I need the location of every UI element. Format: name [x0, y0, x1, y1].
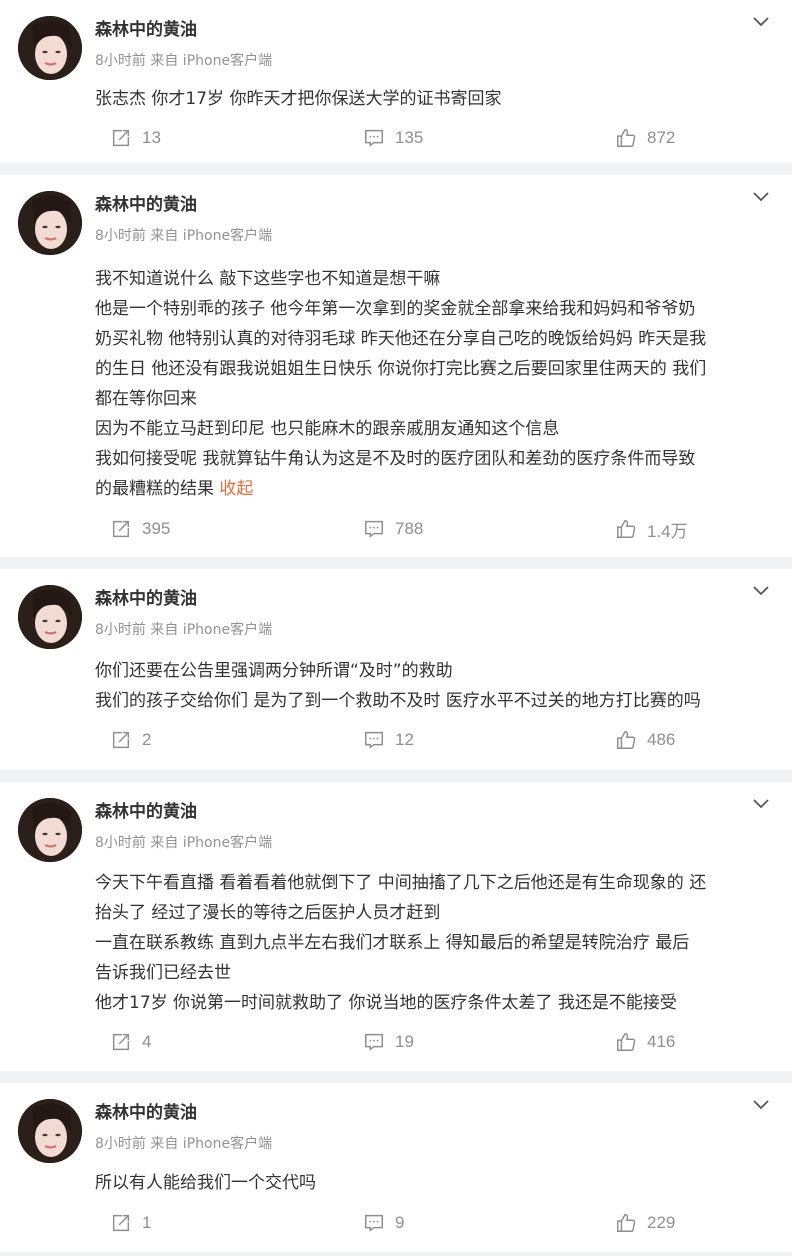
username[interactable]: 森林中的黄油	[95, 1101, 197, 1125]
username[interactable]: 森林中的黄油	[95, 18, 197, 42]
repost-button[interactable]: 2	[110, 725, 151, 755]
post-meta: 8小时前 来自 iPhone客户端	[95, 53, 273, 69]
comment-line: 张志杰 你才17岁 你昨天才把你保送大学的证书寄回家	[95, 89, 502, 109]
like-count: 872	[647, 128, 676, 147]
like-icon	[615, 518, 637, 540]
action-bar: 2 12 486	[0, 725, 792, 755]
comment-count: 788	[395, 519, 424, 538]
repost-icon	[110, 1212, 132, 1234]
comment-text: 我不知道说什么 敲下这些字也不知道是想干嘛他是一个特别乖的孩子 他今年第一次拿到…	[95, 264, 772, 504]
chevron-down-icon[interactable]	[750, 792, 772, 814]
username[interactable]: 森林中的黄油	[95, 587, 197, 611]
repost-button[interactable]: 395	[110, 514, 170, 544]
action-bar: 1 9 229	[0, 1208, 792, 1238]
repost-count: 2	[142, 730, 152, 749]
weibo-comment-card: 森林中的黄油 8小时前 来自 iPhone客户端今天下午看直播 看着看着他就倒下了…	[0, 782, 792, 1071]
weibo-comment-card: 森林中的黄油 8小时前 来自 iPhone客户端张志杰 你才17岁 你昨天才把你保…	[0, 0, 792, 163]
comment-line: 他是一个特别乖的孩子 他今年第一次拿到的奖金就全部拿来给我和妈妈和爷爷奶	[95, 299, 696, 319]
username[interactable]: 森林中的黄油	[95, 193, 197, 217]
comment-line: 告诉我们已经去世	[95, 963, 231, 983]
repost-button[interactable]: 1	[110, 1208, 151, 1238]
repost-icon	[110, 729, 132, 751]
weibo-comment-card: 森林中的黄油 8小时前 来自 iPhone客户端我不知道说什么 敲下这些字也不知道…	[0, 175, 792, 557]
comment-icon	[363, 518, 385, 540]
comment-line: 我如何接受呢 我就算钻牛角认为这是不及时的医疗团队和差劲的医疗条件而导致	[95, 449, 696, 469]
like-button[interactable]: 1.4万	[615, 514, 688, 544]
chevron-down-icon[interactable]	[750, 185, 772, 207]
comment-button[interactable]: 135	[363, 123, 423, 153]
action-bar: 4 19 416	[0, 1027, 792, 1057]
comment-count: 19	[395, 1032, 414, 1051]
repost-button[interactable]: 13	[110, 123, 161, 153]
comment-text: 张志杰 你才17岁 你昨天才把你保送大学的证书寄回家	[95, 84, 772, 114]
avatar[interactable]	[18, 798, 82, 862]
comment-line: 一直在联系教练 直到九点半左右我们才联系上 得知最后的希望是转院治疗 最后	[95, 933, 690, 953]
comment-line: 因为不能立马赶到印尼 也只能麻木的跟亲戚朋友通知这个信息	[95, 419, 560, 439]
comment-line: 的最糟糕的结果	[95, 479, 220, 499]
comment-count: 12	[395, 730, 414, 749]
like-button[interactable]: 229	[615, 1208, 675, 1238]
like-button[interactable]: 872	[615, 123, 675, 153]
repost-count: 395	[142, 519, 171, 538]
post-meta: 8小时前 来自 iPhone客户端	[95, 228, 273, 244]
avatar[interactable]	[18, 191, 82, 255]
action-bar: 395 788 1.4万	[0, 514, 792, 544]
comment-text: 所以有人能给我们一个交代吗	[95, 1168, 772, 1198]
repost-icon	[110, 1031, 132, 1053]
comment-button[interactable]: 788	[363, 514, 423, 544]
avatar[interactable]	[18, 16, 82, 80]
comment-line: 今天下午看直播 看着看着他就倒下了 中间抽搐了几下之后他还是有生命现象的 还	[95, 873, 707, 893]
comment-button[interactable]: 12	[363, 725, 414, 755]
like-icon	[615, 729, 637, 751]
comment-count: 9	[395, 1213, 405, 1232]
comment-button[interactable]: 9	[363, 1208, 404, 1238]
like-count: 229	[647, 1213, 676, 1232]
comment-text: 今天下午看直播 看着看着他就倒下了 中间抽搐了几下之后他还是有生命现象的 还抬头…	[95, 868, 772, 1018]
comment-line: 抬头了 经过了漫长的等待之后医护人员才赶到	[95, 903, 441, 923]
comment-count: 135	[395, 128, 424, 147]
post-meta: 8小时前 来自 iPhone客户端	[95, 622, 273, 638]
post-meta: 8小时前 来自 iPhone客户端	[95, 1136, 273, 1152]
chevron-down-icon[interactable]	[750, 579, 772, 601]
weibo-comment-card: 森林中的黄油 8小时前 来自 iPhone客户端所以有人能给我们一个交代吗 1 9 22…	[0, 1083, 792, 1252]
comment-text: 你们还要在公告里强调两分钟所谓“及时”的救助我们的孩子交给你们 是为了到一个救助…	[95, 656, 772, 716]
repost-count: 4	[142, 1032, 152, 1051]
comment-line: 奶买礼物 他特别认真的对待羽毛球 昨天他还在分享自己吃的晚饭给妈妈 昨天是我	[95, 329, 707, 349]
comment-button[interactable]: 19	[363, 1027, 414, 1057]
like-count: 1.4万	[647, 521, 688, 541]
like-icon	[615, 1031, 637, 1053]
comment-line: 他才17岁 你说第一时间就救助了 你说当地的医疗条件太差了 我还是不能接受	[95, 993, 677, 1013]
collapse-link[interactable]: 收起	[219, 479, 253, 499]
comment-line: 所以有人能给我们一个交代吗	[95, 1173, 316, 1193]
comment-line: 我不知道说什么 敲下这些字也不知道是想干嘛	[95, 269, 441, 289]
comment-icon	[363, 729, 385, 751]
post-meta: 8小时前 来自 iPhone客户端	[95, 835, 273, 851]
comment-icon	[363, 127, 385, 149]
avatar[interactable]	[18, 585, 82, 649]
repost-icon	[110, 127, 132, 149]
repost-button[interactable]: 4	[110, 1027, 151, 1057]
chevron-down-icon[interactable]	[750, 1093, 772, 1115]
avatar[interactable]	[18, 1099, 82, 1163]
like-count: 416	[647, 1032, 676, 1051]
username[interactable]: 森林中的黄油	[95, 800, 197, 824]
like-icon	[615, 127, 637, 149]
comment-icon	[363, 1212, 385, 1234]
action-bar: 13 135 872	[0, 123, 792, 153]
repost-count: 1	[142, 1213, 152, 1232]
repost-icon	[110, 518, 132, 540]
like-button[interactable]: 486	[615, 725, 675, 755]
comment-line: 都在等你回来	[95, 389, 197, 409]
repost-count: 13	[142, 128, 161, 147]
weibo-comment-card: 森林中的黄油 8小时前 来自 iPhone客户端你们还要在公告里强调两分钟所谓“及…	[0, 569, 792, 770]
comment-icon	[363, 1031, 385, 1053]
like-count: 486	[647, 730, 676, 749]
comment-line: 我们的孩子交给你们 是为了到一个救助不及时 医疗水平不过关的地方打比赛的吗	[95, 691, 701, 711]
comment-line: 你们还要在公告里强调两分钟所谓“及时”的救助	[95, 661, 453, 681]
like-button[interactable]: 416	[615, 1027, 675, 1057]
like-icon	[615, 1212, 637, 1234]
comment-line: 的生日 他还没有跟我说姐姐生日快乐 你说你打完比赛之后要回家里住两天的 我们	[95, 359, 707, 379]
chevron-down-icon[interactable]	[750, 10, 772, 32]
